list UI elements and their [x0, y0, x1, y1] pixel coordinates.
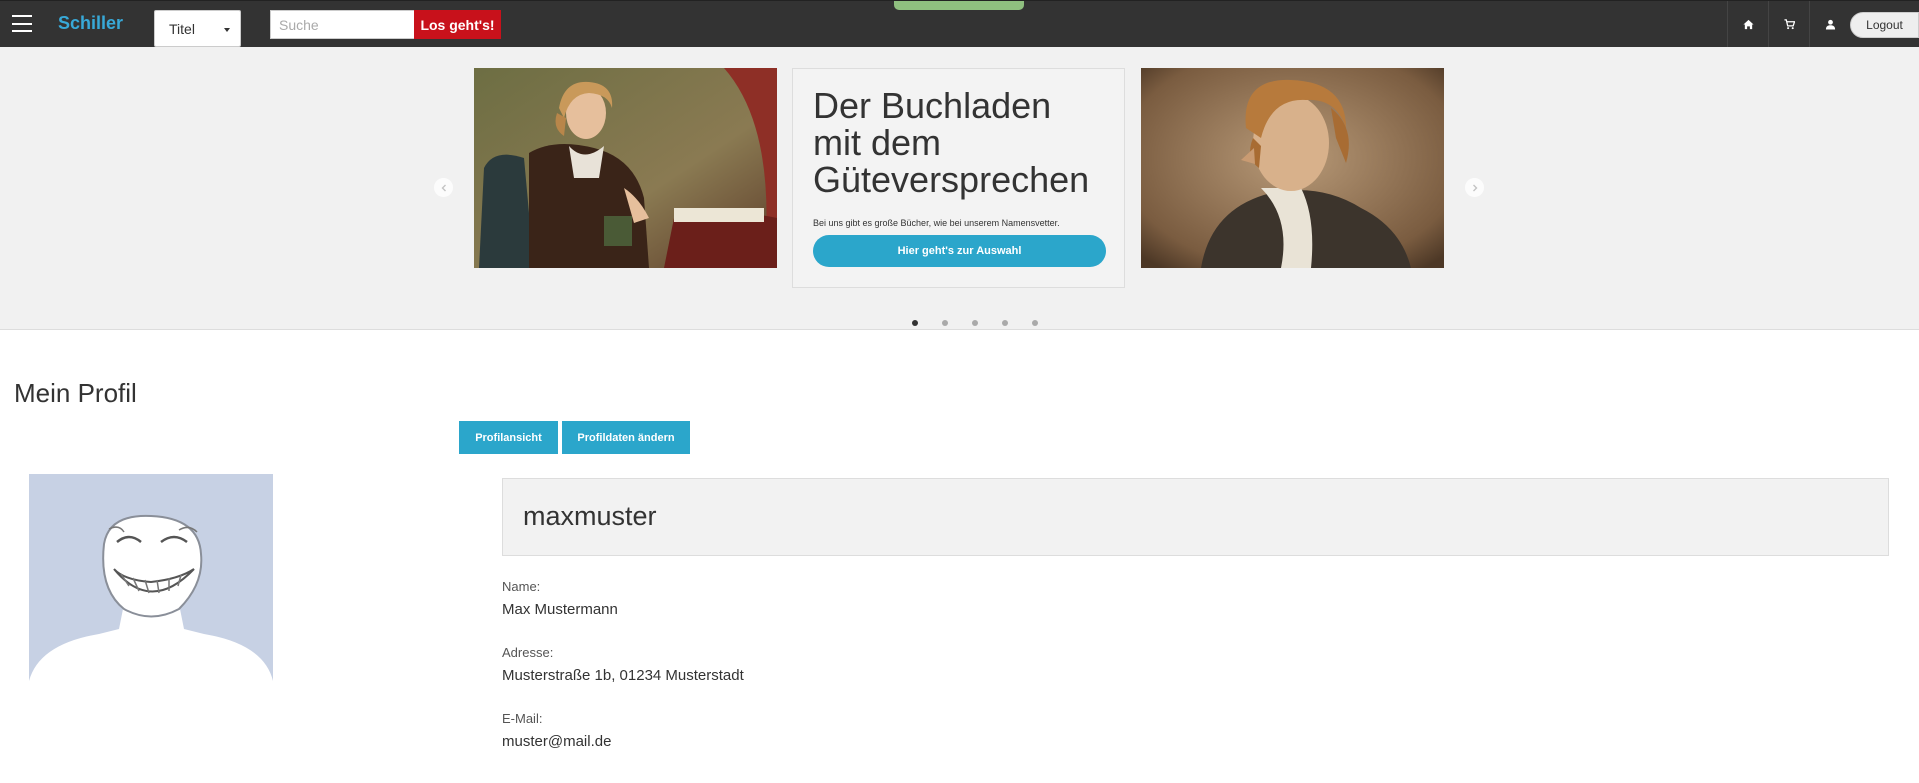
top-bar: Schiller Titel Los geht's! Logout [0, 0, 1919, 48]
troll-face-avatar-icon [29, 474, 273, 681]
hamburger-menu-icon[interactable] [12, 15, 32, 32]
carousel-prev-button[interactable] [434, 178, 453, 197]
promo-card: Der Buchladen mit dem Güteversprechen Be… [792, 68, 1125, 288]
search-input[interactable] [270, 10, 415, 39]
user-icon [1825, 19, 1835, 30]
email-value: muster@mail.de [502, 733, 612, 750]
name-label: Name: [502, 579, 541, 594]
schiller-portrait-profile [1141, 68, 1444, 268]
promo-subtext: Bei uns gibt es große Bücher, wie bei un… [813, 218, 1060, 228]
tab-edit-profile[interactable]: Profildaten ändern [562, 421, 690, 454]
schiller-portrait-seated [474, 68, 777, 268]
user-button[interactable] [1809, 1, 1850, 48]
username-header: maxmuster [502, 478, 1889, 556]
username: maxmuster [523, 501, 657, 531]
promo-cta-button[interactable]: Hier geht's zur Auswahl [813, 235, 1106, 267]
carousel-dot-3[interactable] [972, 320, 978, 326]
promo-headline: Der Buchladen mit dem Güteversprechen [813, 85, 1090, 200]
name-value: Max Mustermann [502, 601, 618, 618]
hero-carousel: Der Buchladen mit dem Güteversprechen Be… [0, 47, 1919, 330]
caret-down-icon [224, 28, 230, 32]
carousel-dot-2[interactable] [942, 320, 948, 326]
tab-profile-view[interactable]: Profilansicht [459, 421, 558, 454]
search-type-value: Titel [169, 21, 195, 37]
carousel-dot-1[interactable] [912, 320, 918, 326]
search-type-select[interactable]: Titel [154, 10, 241, 47]
avatar [29, 474, 273, 681]
carousel-dot-5[interactable] [1032, 320, 1038, 326]
logout-button[interactable]: Logout [1850, 12, 1919, 38]
carousel-dot-4[interactable] [1002, 320, 1008, 326]
chevron-right-icon [1472, 184, 1477, 191]
home-icon [1742, 19, 1754, 30]
carousel-indicators [912, 320, 1038, 326]
top-pull-tab[interactable] [894, 1, 1024, 10]
carousel-next-button[interactable] [1465, 178, 1484, 197]
email-label: E-Mail: [502, 711, 543, 726]
page-title: Mein Profil [14, 378, 137, 408]
cart-button[interactable] [1768, 1, 1809, 48]
chevron-left-icon [441, 184, 446, 191]
cart-icon [1783, 19, 1795, 30]
search-button[interactable]: Los geht's! [414, 10, 501, 39]
address-value: Musterstraße 1b, 01234 Musterstadt [502, 667, 744, 684]
brand-logo[interactable]: Schiller [58, 13, 123, 34]
address-label: Adresse: [502, 645, 554, 660]
home-button[interactable] [1727, 1, 1768, 48]
